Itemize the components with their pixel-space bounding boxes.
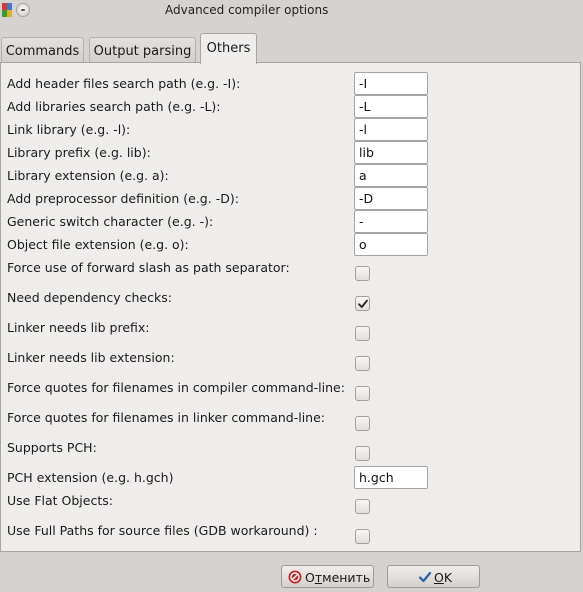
tab-output-parsing[interactable]: Output parsing [89, 37, 196, 63]
library-prefix-label: Library prefix (e.g. lib): [7, 145, 151, 160]
ok-label: OK [434, 570, 453, 585]
header-search-path-label: Add header files search path (e.g. -I): [7, 76, 241, 91]
tab-commands[interactable]: Commands [1, 37, 84, 63]
library-prefix-input[interactable]: lib [354, 141, 428, 164]
title-bar: Advanced compiler options [0, 0, 583, 22]
object-file-extension-input[interactable]: o [354, 233, 428, 256]
library-extension-input[interactable]: a [354, 164, 428, 187]
generic-switch-label: Generic switch character (e.g. -): [7, 214, 214, 229]
linker-quotes-label: Force quotes for filenames in linker com… [7, 410, 326, 425]
dependency-checks-checkbox[interactable] [355, 296, 370, 311]
cancel-icon [288, 570, 302, 587]
tab-others[interactable]: Others [200, 33, 257, 64]
lib-extension-label: Linker needs lib extension: [7, 350, 175, 365]
tab-label: Commands [5, 44, 80, 59]
cancel-label: Отменить [305, 570, 371, 585]
cancel-button[interactable]: Отменить [281, 565, 374, 588]
compiler-quotes-checkbox[interactable] [355, 386, 370, 401]
libraries-search-path-input[interactable]: -L [354, 95, 428, 118]
object-file-extension-label: Object file extension (e.g. o): [7, 237, 189, 252]
generic-switch-input[interactable]: - [354, 210, 428, 233]
library-extension-label: Library extension (e.g. a): [7, 168, 169, 183]
header-search-path-input[interactable]: -I [354, 72, 428, 95]
tab-label: Output parsing [93, 44, 192, 59]
dependency-checks-label: Need dependency checks: [7, 290, 172, 305]
lib-prefix-label: Linker needs lib prefix: [7, 320, 150, 335]
pch-extension-input[interactable]: h.gch [354, 466, 428, 489]
others-panel: Add header files search path (e.g. -I): … [0, 62, 581, 552]
link-library-label: Link library (e.g. -l): [7, 122, 131, 137]
supports-pch-label: Supports PCH: [7, 440, 97, 455]
forward-slash-checkbox[interactable] [355, 266, 370, 281]
check-icon [418, 570, 432, 587]
preprocessor-definition-input[interactable]: -D [354, 187, 428, 210]
lib-prefix-checkbox[interactable] [355, 326, 370, 341]
link-library-input[interactable]: -l [354, 118, 428, 141]
supports-pch-checkbox[interactable] [355, 446, 370, 461]
ok-button[interactable]: OK [387, 565, 480, 588]
flat-objects-checkbox[interactable] [355, 499, 370, 514]
lib-extension-checkbox[interactable] [355, 356, 370, 371]
checkmark-icon [358, 299, 368, 308]
window-title: Advanced compiler options [165, 3, 329, 17]
preprocessor-definition-label: Add preprocessor definition (e.g. -D): [7, 191, 239, 206]
forward-slash-label: Force use of forward slash as path separ… [7, 260, 290, 275]
libraries-search-path-label: Add libraries search path (e.g. -L): [7, 99, 221, 114]
tab-bar: Commands Output parsing Others [0, 33, 583, 64]
tab-label: Others [206, 41, 251, 56]
pch-extension-label: PCH extension (e.g. h.gch) [7, 470, 174, 485]
compiler-quotes-label: Force quotes for filenames in compiler c… [7, 380, 345, 395]
full-paths-checkbox[interactable] [355, 529, 370, 544]
full-paths-label: Use Full Paths for source files (GDB wor… [7, 523, 318, 538]
flat-objects-label: Use Flat Objects: [7, 493, 113, 508]
linker-quotes-checkbox[interactable] [355, 416, 370, 431]
